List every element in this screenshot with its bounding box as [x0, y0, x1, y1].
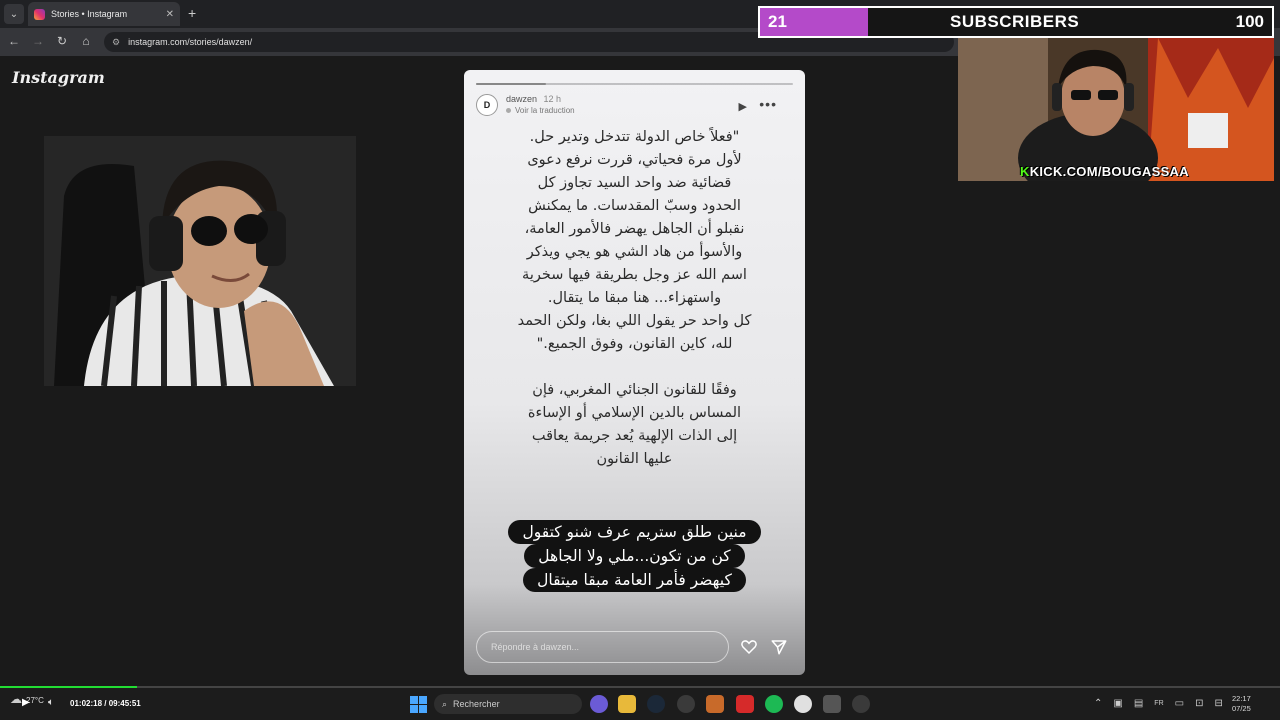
site-info-icon[interactable]: ⚙ [112, 37, 120, 48]
windows-taskbar: ☁ 27°C ▶ 🔈︎ 01:02:18 / 09:45:51 ⌕ Recherc… [0, 688, 1280, 720]
subscriber-goal-bar: 21 SUBSCRIBERS 100 [758, 6, 1274, 38]
streamer-webcam [44, 136, 356, 386]
close-tab-icon[interactable]: ✕ [166, 9, 174, 20]
caption-line: كيهضر فأمر العامة مبقا ميتقال [523, 568, 746, 592]
browser-tab[interactable]: Stories • Instagram ✕ [28, 2, 180, 26]
webcam-room-image [958, 38, 1274, 181]
play-pause-icon[interactable]: ▶ [22, 697, 30, 708]
search-icon: ⌕ [442, 698, 448, 709]
story-progress-bar [476, 83, 793, 85]
app-icon[interactable] [736, 695, 754, 713]
back-button[interactable]: ← [6, 34, 22, 48]
subscriber-goal: 100 [1235, 12, 1264, 31]
language-indicator[interactable]: FR [1154, 700, 1163, 709]
media-player-icon[interactable] [852, 695, 870, 713]
chevron-up-icon[interactable]: ⌃ [1094, 698, 1102, 709]
discord-icon[interactable] [590, 695, 608, 713]
kick-url: KICK.COM/BOUGASSAA [1029, 164, 1189, 179]
media-time: 01:02:18 / 09:45:51 [70, 699, 141, 708]
clock-date: 07/25 [1232, 704, 1251, 713]
app-icon[interactable] [706, 695, 724, 713]
like-heart-icon[interactable] [740, 638, 758, 656]
system-clock[interactable]: 22:17 07/25 [1232, 694, 1251, 714]
tab-title: Stories • Instagram [51, 9, 128, 19]
story-text: "فعلاً خاص الدولة تتدخل وتدير حل. لأول م… [478, 126, 791, 471]
instagram-logo[interactable]: Instagram [12, 68, 105, 87]
play-icon[interactable]: ▶ [739, 100, 747, 113]
streamer-webcam-secondary [958, 38, 1274, 181]
clock-time: 22:17 [1232, 694, 1251, 703]
kick-logo-letter: K [1020, 164, 1030, 179]
subscriber-label: SUBSCRIBERS [950, 12, 1080, 31]
taskbar-search[interactable]: ⌕ Rechercher [434, 694, 582, 714]
reply-input[interactable]: Répondre à dawzen... [476, 631, 729, 663]
app-icon[interactable] [677, 695, 695, 713]
tab-search-menu-button[interactable]: ⌄ [4, 4, 24, 24]
caption-line: كن من تكون...ملي ولا الجاهل [524, 544, 745, 568]
more-options-icon[interactable]: ••• [759, 96, 777, 112]
file-explorer-icon[interactable] [618, 695, 636, 713]
send-message-icon[interactable] [770, 638, 788, 656]
spotify-icon[interactable] [765, 695, 783, 713]
story-username[interactable]: dawzen [506, 94, 537, 104]
tray-app-icon[interactable]: ▤ [1134, 698, 1143, 709]
story-viewer[interactable]: D dawzen 12 h Voir la traduction ▶ ••• "… [464, 70, 805, 675]
tray-app-icon[interactable]: ⊡ [1195, 698, 1203, 709]
caption-line: منين طلق ستريم عرف شنو كتقول [508, 520, 761, 544]
volume-icon[interactable]: 🔈︎ [48, 697, 54, 708]
url-text: instagram.com/stories/dawzen/ [128, 37, 253, 47]
tray-app-icon[interactable]: ▭ [1175, 698, 1184, 709]
story-paragraph-2: وفقًا للقانون الجنائي المغربي، فإن المسا… [527, 382, 742, 467]
see-translation-link[interactable]: Voir la traduction [515, 106, 575, 115]
home-button[interactable]: ⌂ [78, 34, 94, 48]
story-progress-fill [476, 83, 546, 85]
forward-button[interactable]: → [30, 34, 46, 48]
chrome-icon[interactable] [794, 695, 812, 713]
story-header: D dawzen 12 h Voir la traduction ▶ ••• [476, 94, 793, 122]
new-tab-button[interactable]: + [188, 5, 196, 21]
story-timestamp: 12 h [543, 94, 562, 104]
steam-icon[interactable] [647, 695, 665, 713]
reload-button[interactable]: ↻ [54, 34, 70, 48]
avatar[interactable]: D [476, 94, 498, 116]
system-tray: ⌃ ▣ ▤ FR ▭ ⊡ ⊟ [1094, 698, 1223, 709]
webcam-person-image [44, 136, 356, 386]
cloud-icon: ☁ [10, 692, 22, 706]
translate-icon [506, 108, 511, 113]
kick-channel-label: KKICK.COM/BOUGASSAA [1020, 164, 1189, 179]
story-caption: منين طلق ستريم عرف شنو كتقول كن من تكون.… [486, 520, 783, 592]
search-placeholder: Rechercher [453, 699, 500, 709]
app-icon[interactable] [823, 695, 841, 713]
tray-app-icon[interactable]: ⊟ [1214, 698, 1222, 709]
story-paragraph-1: "فعلاً خاص الدولة تتدخل وتدير حل. لأول م… [517, 129, 752, 352]
windows-start-icon[interactable] [410, 696, 427, 713]
instagram-favicon-icon [34, 8, 45, 20]
tray-app-icon[interactable]: ▣ [1113, 698, 1122, 709]
subscriber-count: 21 [768, 12, 787, 31]
